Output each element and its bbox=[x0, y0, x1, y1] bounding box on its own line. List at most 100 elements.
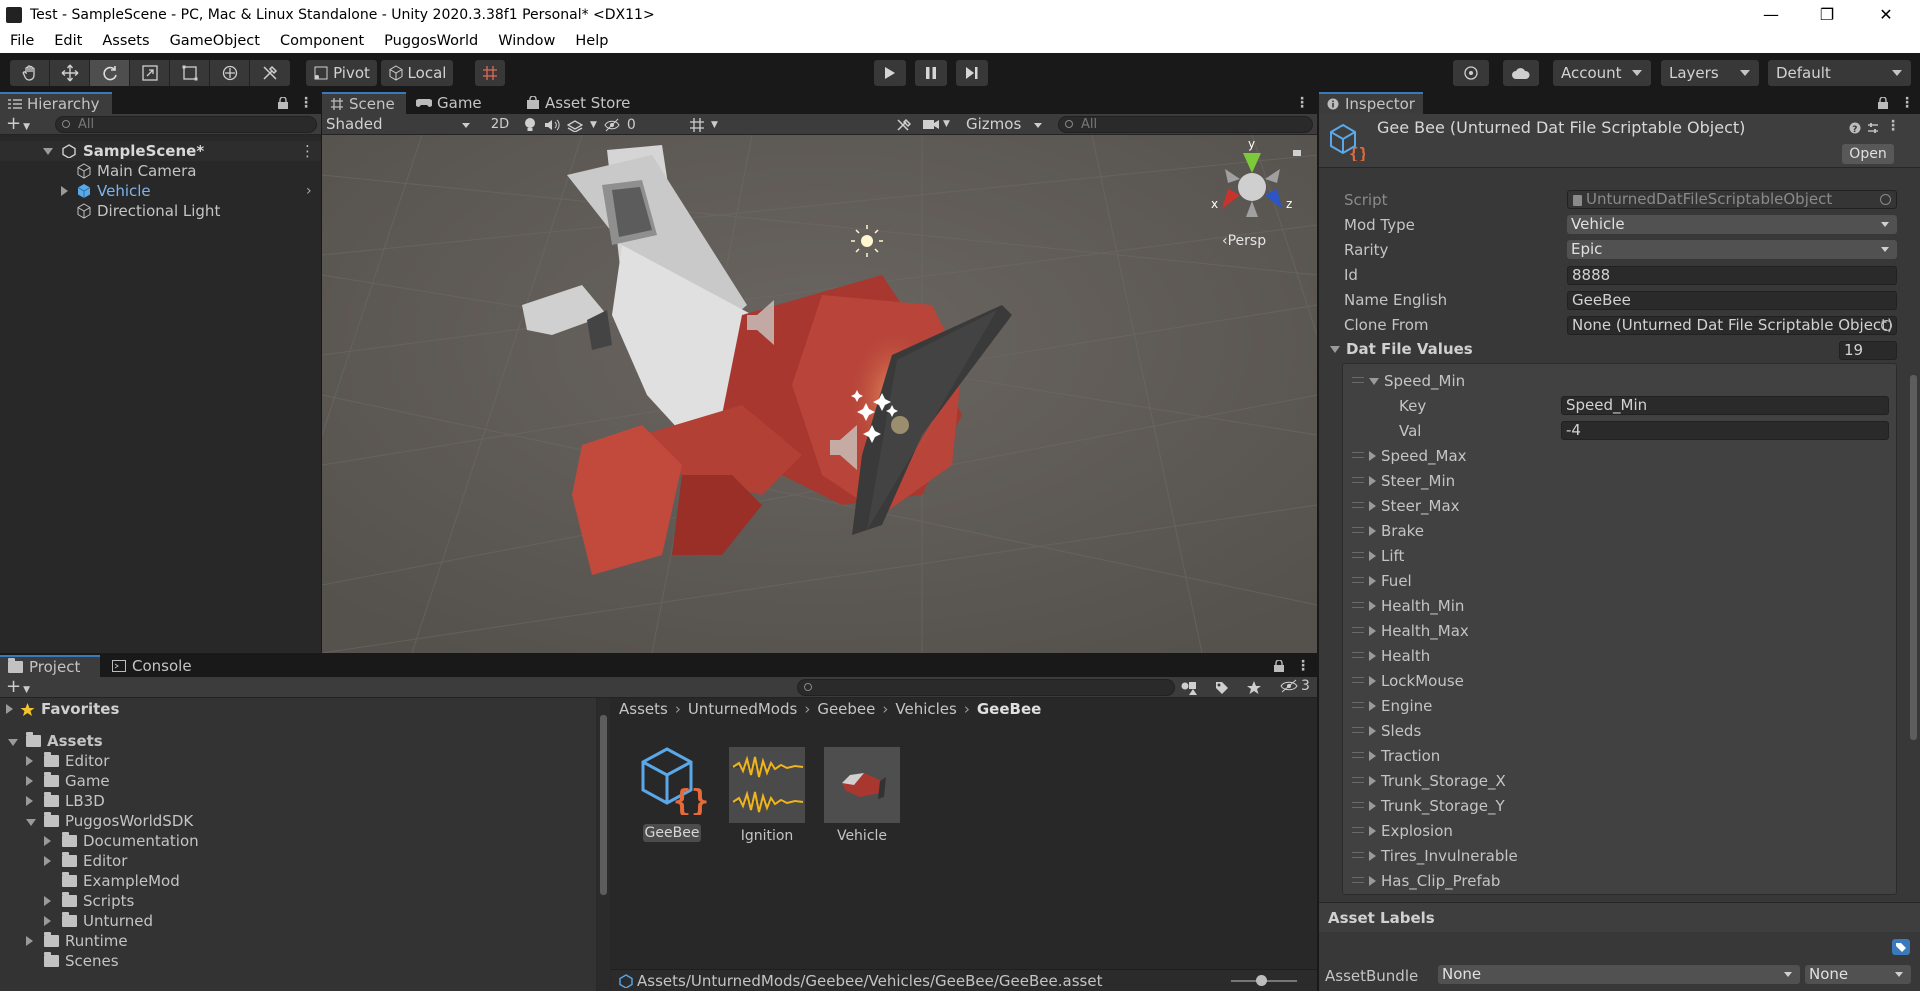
account-dropdown[interactable]: Account bbox=[1553, 60, 1651, 86]
add-button[interactable]: + ▼ bbox=[6, 114, 30, 137]
slider-thumb[interactable] bbox=[1255, 975, 1267, 986]
dat-element-row[interactable]: Has_Clip_Prefab bbox=[1369, 871, 1500, 891]
rect-tool-icon[interactable] bbox=[170, 60, 210, 86]
object-picker-icon[interactable] bbox=[1881, 320, 1892, 331]
menu-assets[interactable]: Assets bbox=[92, 33, 159, 49]
project-folder-row[interactable]: Documentation bbox=[0, 831, 596, 851]
expand-arrow-icon[interactable] bbox=[61, 186, 68, 196]
more-options-icon[interactable]: ⋮ bbox=[1900, 95, 1914, 111]
custom-tool-icon[interactable] bbox=[250, 60, 290, 86]
name-english-field[interactable]: GeeBee bbox=[1567, 291, 1897, 310]
tab-project[interactable]: Project bbox=[0, 655, 100, 677]
drag-handle-icon[interactable] bbox=[1352, 377, 1364, 383]
search-by-type-icon[interactable] bbox=[1180, 680, 1198, 696]
expand-arrow-icon[interactable] bbox=[8, 732, 20, 750]
expand-arrow-icon[interactable] bbox=[43, 147, 53, 155]
dat-element-row[interactable]: Trunk_Storage_X bbox=[1369, 771, 1506, 791]
effects-icon[interactable] bbox=[567, 118, 583, 132]
expand-arrow-icon[interactable] bbox=[26, 792, 38, 810]
gizmos-dropdown[interactable]: Gizmos bbox=[962, 115, 1046, 134]
hidden-packages-toggle[interactable]: 3 bbox=[1280, 678, 1310, 694]
shading-dropdown[interactable]: Shaded bbox=[326, 115, 474, 134]
label-filter-icon[interactable] bbox=[1214, 680, 1230, 696]
dat-file-values-foldout[interactable]: Dat File Values bbox=[1330, 340, 1473, 358]
lock-icon[interactable] bbox=[1273, 660, 1285, 672]
project-search-input[interactable] bbox=[797, 679, 1175, 696]
grid-snap-button[interactable] bbox=[475, 60, 505, 86]
menu-help[interactable]: Help bbox=[565, 33, 618, 49]
breadcrumb-assets[interactable]: Assets bbox=[619, 700, 668, 718]
drag-handle-icon[interactable] bbox=[1352, 852, 1364, 858]
menu-gameobject[interactable]: GameObject bbox=[160, 33, 270, 49]
project-folder-row[interactable]: Assets bbox=[0, 731, 596, 751]
dat-element-row[interactable]: Steer_Max bbox=[1369, 496, 1460, 516]
project-folder-row[interactable]: PuggosWorldSDK bbox=[0, 811, 596, 831]
lock-icon[interactable] bbox=[1877, 97, 1889, 109]
open-button[interactable]: Open bbox=[1842, 144, 1894, 164]
cloud-button[interactable] bbox=[1503, 60, 1539, 86]
component-menu-icon[interactable]: ⋮ bbox=[1886, 118, 1900, 134]
tab-scene[interactable]: Scene bbox=[322, 92, 406, 114]
project-folder-row[interactable]: ExampleMod bbox=[0, 871, 596, 891]
dat-element-row[interactable]: LockMouse bbox=[1369, 671, 1464, 691]
tree-scrollbar[interactable] bbox=[597, 698, 610, 991]
dat-element-row[interactable]: Health bbox=[1369, 646, 1430, 666]
close-button[interactable]: ✕ bbox=[1863, 0, 1909, 29]
drag-handle-icon[interactable] bbox=[1352, 452, 1364, 458]
element-speed-min[interactable]: Speed_Min bbox=[1369, 371, 1465, 391]
local-button[interactable]: Local bbox=[381, 60, 453, 86]
mod-type-dropdown[interactable]: Vehicle bbox=[1567, 215, 1897, 234]
drag-handle-icon[interactable] bbox=[1352, 702, 1364, 708]
expand-arrow-icon[interactable] bbox=[6, 704, 13, 714]
audio-icon[interactable] bbox=[544, 118, 560, 132]
key-field[interactable]: Speed_Min bbox=[1561, 396, 1889, 415]
lighting-bulb-icon[interactable] bbox=[523, 117, 537, 133]
asset-ignition[interactable]: Ignition bbox=[729, 747, 805, 847]
icon-size-slider[interactable] bbox=[1231, 975, 1297, 986]
hierarchy-search-input[interactable]: All bbox=[55, 116, 317, 133]
hierarchy-item-directional-light[interactable]: Directional Light bbox=[0, 201, 321, 221]
maximize-button[interactable]: ❐ bbox=[1804, 0, 1850, 29]
expand-arrow-icon[interactable] bbox=[26, 812, 38, 830]
tab-asset-store[interactable]: Asset Store bbox=[518, 92, 638, 114]
more-options-icon[interactable]: ⋮ bbox=[1296, 658, 1310, 674]
play-button[interactable] bbox=[874, 60, 906, 86]
scene-search-input[interactable]: All bbox=[1058, 116, 1313, 133]
tag-icon[interactable] bbox=[1892, 939, 1910, 955]
project-folder-row[interactable]: LB3D bbox=[0, 791, 596, 811]
chevron-right-icon[interactable]: › bbox=[306, 183, 312, 199]
scene-viewport[interactable]: y x z ‹Persp bbox=[322, 135, 1317, 653]
preset-sliders-icon[interactable] bbox=[1867, 122, 1879, 134]
breadcrumb-geebee-current[interactable]: GeeBee bbox=[977, 700, 1041, 718]
minimize-button[interactable]: — bbox=[1748, 0, 1794, 29]
rotate-tool-icon[interactable] bbox=[90, 60, 130, 86]
dat-element-row[interactable]: Traction bbox=[1369, 746, 1440, 766]
hidden-eye-icon[interactable] bbox=[604, 118, 620, 132]
variant-dropdown[interactable]: None bbox=[1805, 965, 1911, 984]
drag-handle-icon[interactable] bbox=[1352, 677, 1364, 683]
dat-element-row[interactable]: Engine bbox=[1369, 696, 1432, 716]
breadcrumb-geebee-folder[interactable]: Geebee bbox=[817, 700, 875, 718]
expand-arrow-icon[interactable] bbox=[26, 752, 38, 770]
dat-element-row[interactable]: Fuel bbox=[1369, 571, 1412, 591]
drag-handle-icon[interactable] bbox=[1352, 477, 1364, 483]
2d-toggle[interactable]: 2D bbox=[485, 115, 515, 134]
chevron-down-icon[interactable]: ▼ bbox=[590, 120, 597, 130]
drag-handle-icon[interactable] bbox=[1352, 777, 1364, 783]
pause-button[interactable] bbox=[915, 60, 947, 86]
menu-file[interactable]: File bbox=[0, 33, 44, 49]
script-field[interactable]: UnturnedDatFileScriptableObject bbox=[1567, 190, 1897, 209]
dat-element-row[interactable]: Explosion bbox=[1369, 821, 1453, 841]
dat-element-row[interactable]: Sleds bbox=[1369, 721, 1421, 741]
drag-handle-icon[interactable] bbox=[1352, 627, 1364, 633]
drag-handle-icon[interactable] bbox=[1352, 602, 1364, 608]
drag-handle-icon[interactable] bbox=[1352, 752, 1364, 758]
scene-menu-icon[interactable]: ⋮ bbox=[300, 142, 315, 160]
favorite-star-icon[interactable] bbox=[1246, 680, 1262, 696]
hand-tool-icon[interactable] bbox=[10, 60, 50, 86]
dat-element-row[interactable]: Health_Max bbox=[1369, 621, 1469, 641]
more-options-icon[interactable]: ⋮ bbox=[1295, 95, 1309, 111]
menu-edit[interactable]: Edit bbox=[44, 33, 92, 49]
rarity-dropdown[interactable]: Epic bbox=[1567, 240, 1897, 259]
tab-inspector[interactable]: Inspector bbox=[1319, 92, 1423, 114]
